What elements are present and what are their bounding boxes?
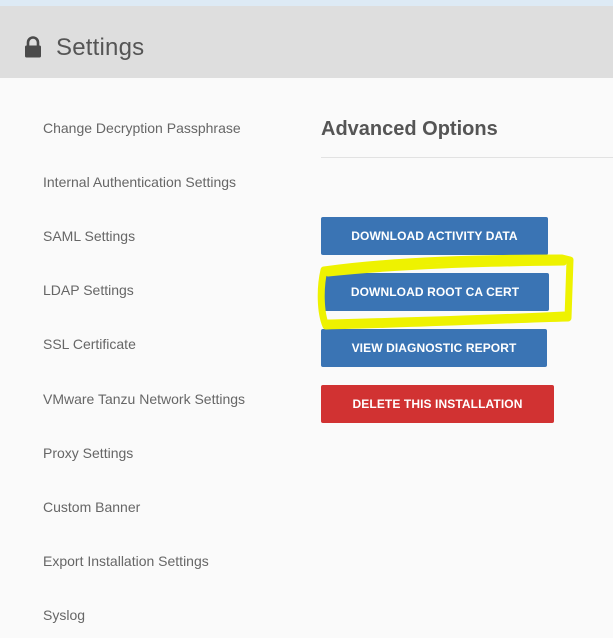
- delete-installation-button[interactable]: DELETE THIS INSTALLATION: [321, 385, 554, 423]
- download-root-ca-cert-button[interactable]: DOWNLOAD ROOT CA CERT: [321, 273, 549, 311]
- sidebar-item-syslog[interactable]: Syslog: [43, 607, 85, 623]
- section-title: Advanced Options: [321, 118, 498, 140]
- sidebar-item-saml[interactable]: SAML Settings: [43, 228, 135, 244]
- sidebar-item-proxy[interactable]: Proxy Settings: [43, 445, 133, 461]
- view-diagnostic-report-button[interactable]: VIEW DIAGNOSTIC REPORT: [321, 329, 547, 367]
- sidebar-item-export-installation[interactable]: Export Installation Settings: [43, 553, 209, 569]
- sidebar-item-ldap[interactable]: LDAP Settings: [43, 282, 134, 298]
- section-divider: [321, 157, 613, 158]
- page-title: Settings: [56, 34, 145, 61]
- sidebar-item-custom-banner[interactable]: Custom Banner: [43, 499, 140, 515]
- sidebar-item-internal-authentication[interactable]: Internal Authentication Settings: [43, 174, 236, 190]
- sidebar-item-ssl-certificate[interactable]: SSL Certificate: [43, 336, 136, 352]
- sidebar-item-change-decryption-passphrase[interactable]: Change Decryption Passphrase: [43, 120, 241, 136]
- lock-icon: [25, 36, 41, 58]
- page-header: Settings: [0, 6, 613, 78]
- sidebar-item-vmware-tanzu-network[interactable]: VMware Tanzu Network Settings: [43, 391, 245, 407]
- download-activity-data-button[interactable]: DOWNLOAD ACTIVITY DATA: [321, 217, 548, 255]
